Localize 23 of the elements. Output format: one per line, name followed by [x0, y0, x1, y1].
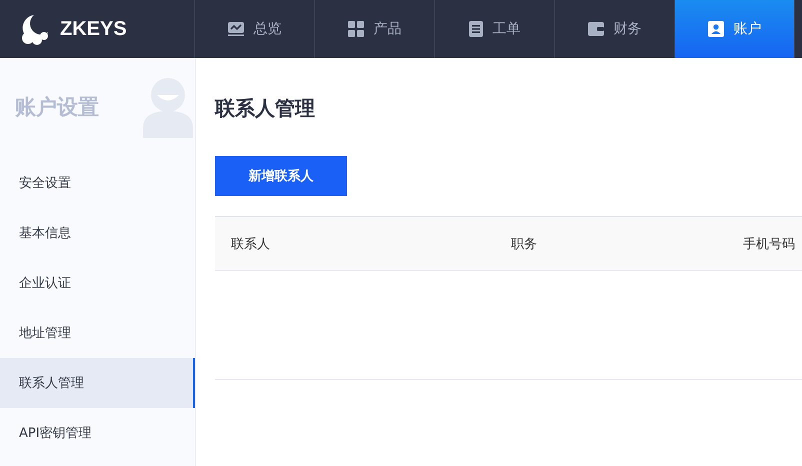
nav-tab[interactable]: 总览	[195, 0, 315, 58]
sidebar-title: 账户设置	[15, 94, 99, 121]
column-header: 手机号码	[743, 236, 795, 252]
sidebar-item[interactable]: API密钥管理	[0, 408, 195, 458]
sidebar-item[interactable]: 企业认证	[0, 258, 195, 308]
avatar-icon	[143, 78, 193, 138]
brand-name: ZKEYS	[60, 18, 127, 40]
add-contact-button[interactable]: 新增联系人	[215, 156, 347, 196]
page-title: 联系人管理	[215, 95, 316, 122]
column-header: 职务	[511, 236, 538, 252]
chart-icon	[228, 22, 244, 36]
list-icon	[468, 21, 482, 37]
user-icon	[708, 21, 724, 37]
wallet-icon	[588, 22, 604, 36]
sidebar-item[interactable]: 联系人管理	[0, 358, 195, 408]
sidebar-item[interactable]: 基本信息	[0, 208, 195, 258]
sidebar-item[interactable]: 安全设置	[0, 158, 195, 208]
sidebar-item[interactable]: 地址管理	[0, 308, 195, 358]
nav-tab[interactable]: 账户	[675, 0, 795, 58]
grid-icon	[348, 21, 364, 37]
column-header: 联系人	[231, 236, 271, 252]
nav-tab[interactable]: 产品	[315, 0, 435, 58]
nav-tab[interactable]: 工单	[435, 0, 555, 58]
